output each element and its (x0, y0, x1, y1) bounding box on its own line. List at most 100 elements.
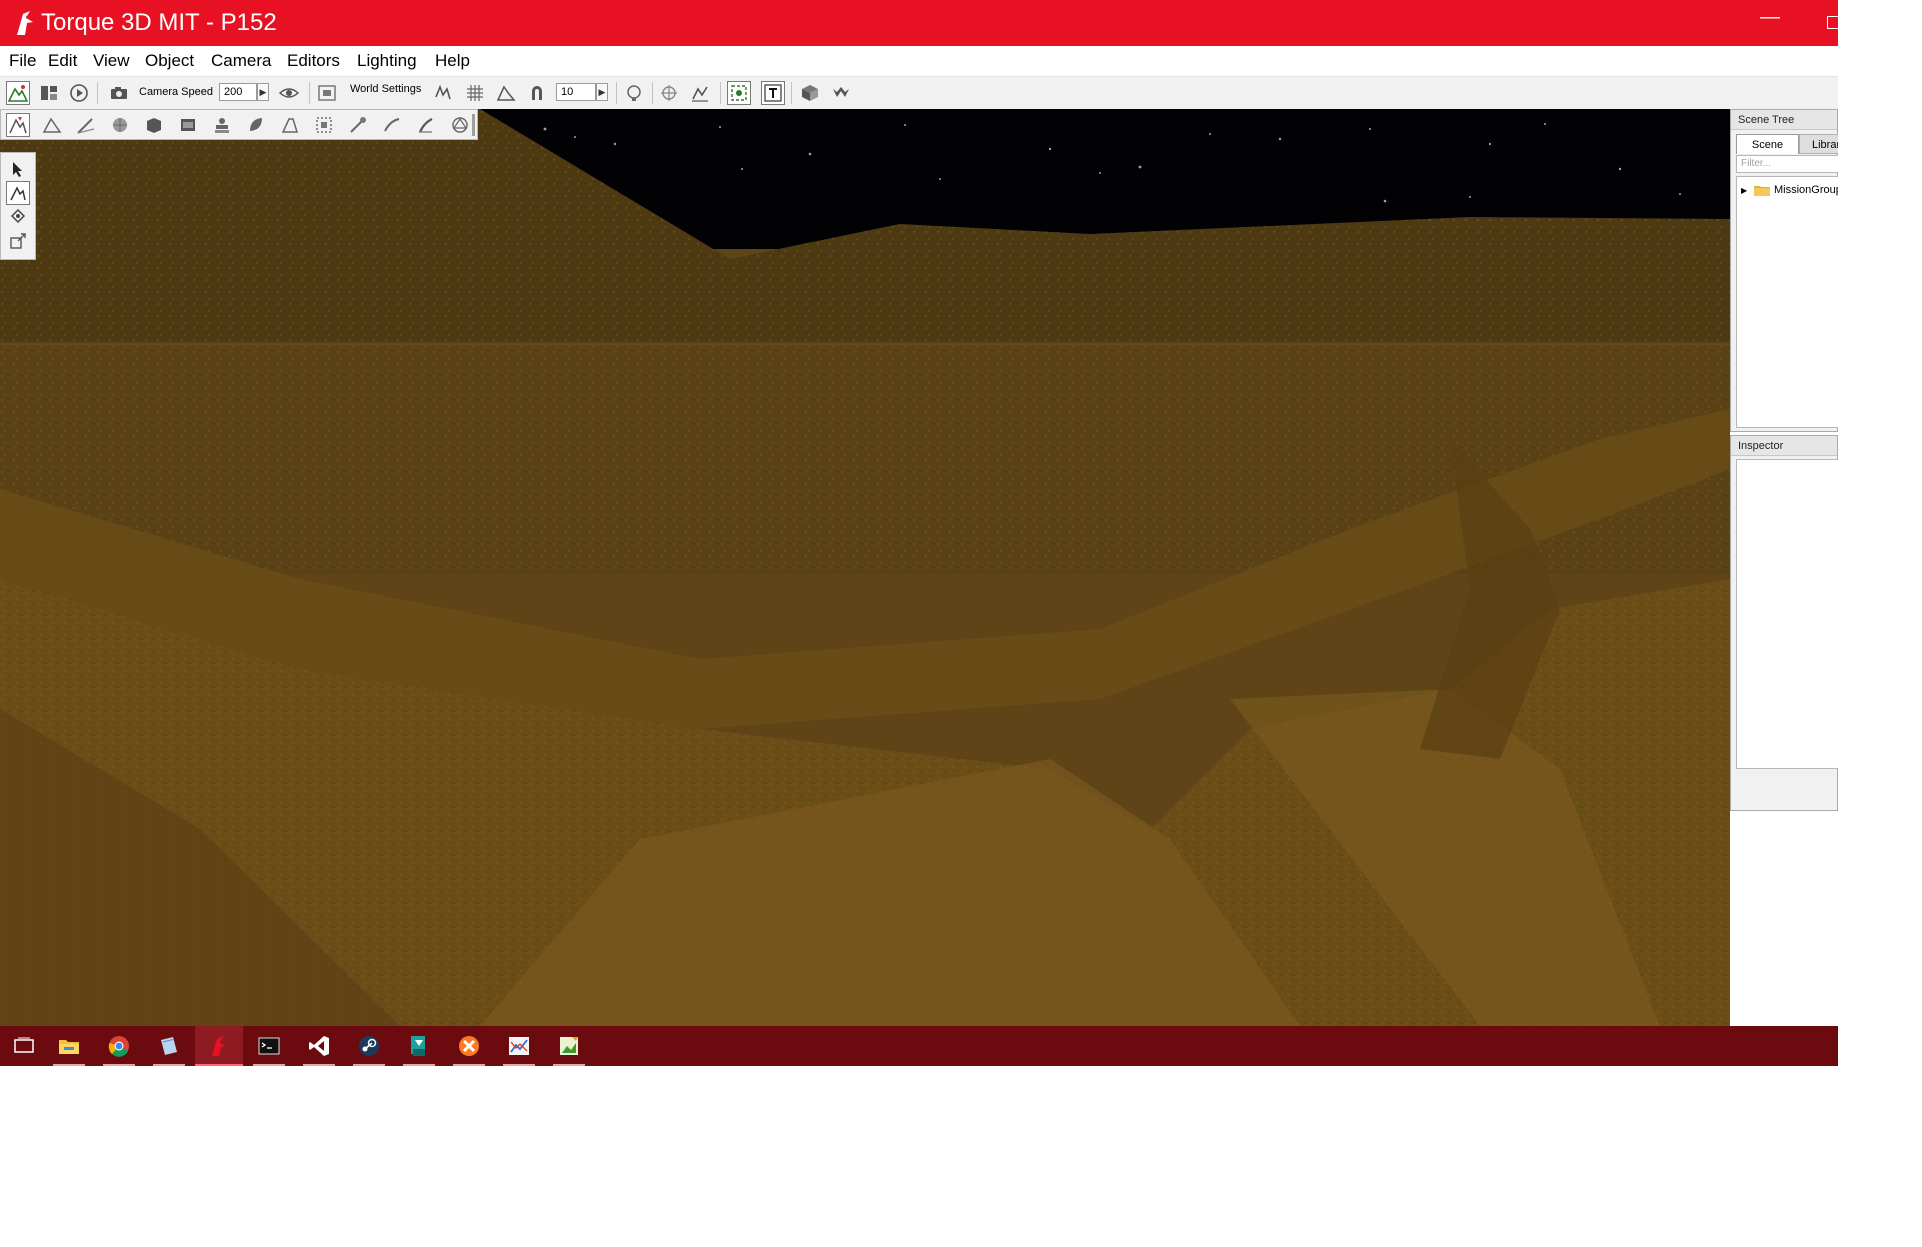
xampp-icon (459, 1036, 479, 1056)
terrain-painter-button[interactable] (74, 113, 98, 137)
scale-icon (10, 233, 26, 249)
magnet-snap-button[interactable] (525, 81, 549, 105)
object-center-button[interactable] (657, 81, 681, 105)
camera-speed-spinner[interactable]: ▶ (257, 83, 269, 101)
world-editor-button[interactable] (6, 81, 30, 105)
main-toolbar: Camera Speed 200 ▶ World Settings 10 ▶ (0, 77, 1838, 110)
move-tool-button[interactable] (6, 181, 30, 205)
tool-app-icon (411, 1036, 425, 1056)
menu-edit[interactable]: Edit (48, 51, 77, 71)
terrain-editor-button[interactable] (40, 113, 64, 137)
maximize-button[interactable] (1827, 16, 1838, 29)
toolbar-separator (309, 82, 310, 104)
toolbar-separator (652, 82, 653, 104)
expand-arrow-icon[interactable]: ▶ (1741, 186, 1749, 195)
play-game-button[interactable] (67, 81, 91, 105)
camera-icon (111, 87, 127, 99)
prefab-button[interactable] (829, 81, 853, 105)
taskbar-visual-studio[interactable] (295, 1026, 343, 1066)
arrow-cursor-icon (13, 162, 22, 177)
taskbar-steam[interactable] (345, 1026, 393, 1066)
taskbar-image-editor[interactable] (545, 1026, 593, 1066)
torque-icon (212, 1036, 226, 1056)
task-view-icon (14, 1037, 34, 1053)
taskbar-chart-app[interactable] (495, 1026, 543, 1066)
task-view-button[interactable] (0, 1026, 48, 1066)
select-tool-button[interactable] (6, 157, 30, 181)
material-editor-button[interactable] (108, 113, 132, 137)
tab-scene[interactable]: Scene (1736, 134, 1799, 154)
road-editor-button[interactable] (414, 113, 438, 137)
taskbar-file-explorer[interactable] (45, 1026, 93, 1066)
shape-editor-button[interactable] (312, 113, 336, 137)
decal-editor-button[interactable] (210, 113, 234, 137)
running-indicator (253, 1064, 285, 1066)
windows-taskbar (0, 1026, 1838, 1066)
snap-size-input[interactable]: 10 (556, 83, 596, 101)
menu-object[interactable]: Object (145, 51, 194, 71)
running-indicator (153, 1064, 185, 1066)
grid-snap-button[interactable] (463, 81, 487, 105)
scene-filter-input[interactable]: Filter... (1736, 155, 1838, 173)
tab-library[interactable]: Library (1799, 134, 1838, 154)
menu-camera[interactable]: Camera (211, 51, 271, 71)
datablock-editor-button[interactable] (176, 113, 200, 137)
camera-speed-input[interactable]: 200 (219, 83, 257, 101)
bounds-center-button[interactable] (688, 81, 712, 105)
torque-logo-icon (17, 11, 33, 35)
scale-tool-button[interactable] (6, 229, 30, 253)
lighting-button[interactable] (622, 81, 646, 105)
gui-editor-button[interactable] (37, 81, 61, 105)
taskbar-notes-app[interactable] (145, 1026, 193, 1066)
toolbar-separator (720, 82, 721, 104)
text-labels-button[interactable] (761, 81, 785, 105)
sketch-tool-button[interactable] (142, 113, 166, 137)
menu-file[interactable]: File (9, 51, 36, 71)
image-editor-icon (560, 1037, 578, 1055)
taskbar-terminal[interactable] (245, 1026, 293, 1066)
terrain-snap-icon (496, 85, 516, 101)
world-settings-label[interactable]: World Settings (350, 83, 421, 96)
taskbar-xampp[interactable] (445, 1026, 493, 1066)
bounds-icon (692, 86, 708, 102)
menu-view[interactable]: View (93, 51, 130, 71)
navmesh-editor-button[interactable] (448, 113, 472, 137)
running-indicator (453, 1064, 485, 1066)
mesh-road-editor-button[interactable] (278, 113, 302, 137)
camera-button[interactable] (107, 81, 131, 105)
snap-size-spinner[interactable]: ▶ (596, 83, 608, 101)
palette-drag-handle[interactable] (472, 114, 475, 136)
selection-mode-button[interactable] (798, 81, 822, 105)
object-editor-button[interactable] (6, 113, 30, 137)
taskbar-chrome[interactable] (95, 1026, 143, 1066)
visibility-button[interactable] (277, 81, 301, 105)
world-transform-button[interactable] (727, 81, 751, 105)
terminal-icon (258, 1037, 280, 1055)
gizmo-toolbar (0, 152, 36, 260)
tree-item-missiongroup[interactable]: ▶ MissionGroup (1741, 182, 1838, 198)
scene-tree-list: ▶ MissionGroup (1736, 176, 1838, 428)
screenshot-button[interactable] (315, 81, 339, 105)
object-editor-icon (9, 117, 27, 134)
taskbar-torque[interactable] (195, 1026, 243, 1066)
file-explorer-icon (59, 1040, 79, 1054)
chrome-icon (108, 1036, 129, 1057)
particle-editor-button[interactable] (346, 113, 370, 137)
3d-viewport[interactable] (0, 109, 1730, 1026)
snap-to-object-button[interactable] (431, 81, 455, 105)
toolbar-separator (791, 82, 792, 104)
menu-lighting[interactable]: Lighting (357, 51, 417, 71)
running-indicator (303, 1064, 335, 1066)
notes-app-icon (161, 1037, 177, 1055)
road-icon (281, 118, 299, 133)
menu-editors[interactable]: Editors (287, 51, 340, 71)
menu-help[interactable]: Help (435, 51, 470, 71)
forest-editor-button[interactable] (244, 113, 268, 137)
rotate-icon (10, 208, 26, 224)
rotate-tool-button[interactable] (6, 205, 30, 229)
snap-icon (435, 84, 451, 100)
terrain-snap-button[interactable] (494, 81, 518, 105)
river-editor-button[interactable] (380, 113, 404, 137)
minimize-button[interactable]: — (1755, 6, 1785, 36)
taskbar-tool-app[interactable] (395, 1026, 443, 1066)
